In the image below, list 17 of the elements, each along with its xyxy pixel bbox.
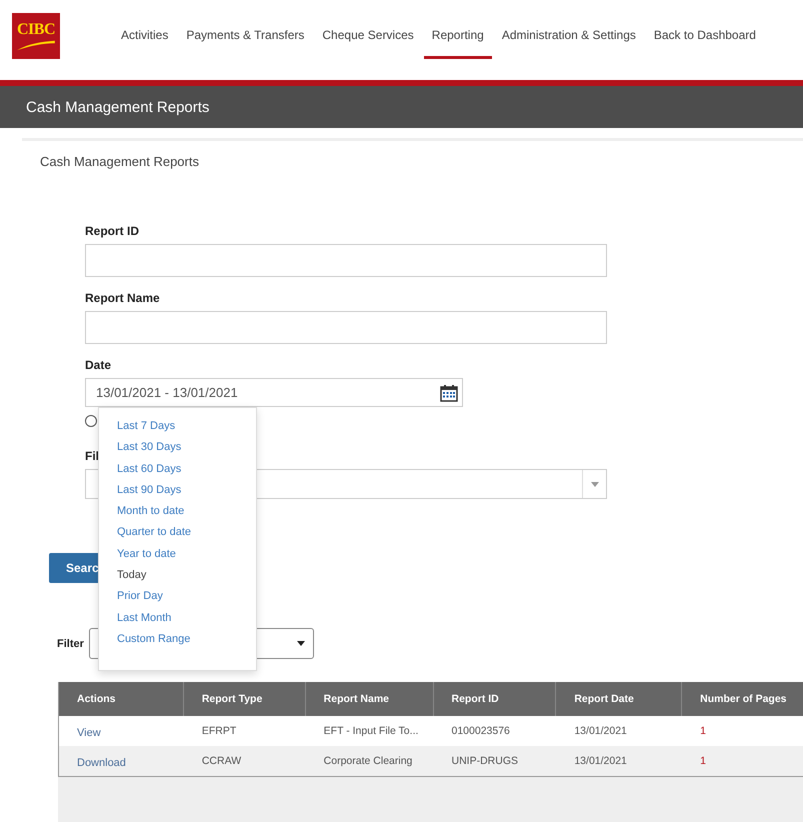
table-cell-text: Corporate Clearing bbox=[322, 754, 414, 769]
table-cell-text: EFT - Input File To... bbox=[322, 724, 420, 739]
field-label: Report ID bbox=[85, 224, 140, 238]
field-label: Date bbox=[85, 358, 112, 372]
section-title: Cash Management Reports bbox=[40, 154, 200, 169]
table-cell-text: CCRAW bbox=[200, 754, 242, 769]
field-label: Fil bbox=[85, 449, 100, 463]
field-label: Report Name bbox=[85, 291, 161, 305]
table-cell-text: 1 bbox=[699, 754, 708, 769]
page-title: Cash Management Reports bbox=[26, 98, 210, 116]
table-cell-text: UNIP-DRUGS bbox=[450, 754, 520, 769]
table-cell-text: 13/01/2021 bbox=[573, 754, 628, 769]
table-cell-text: EFRPT bbox=[200, 724, 238, 739]
table-cell-text: 1 bbox=[699, 724, 708, 739]
table-cell-text: 0100023576 bbox=[450, 724, 511, 739]
filter-label: Filter bbox=[57, 638, 84, 650]
table-cell-text: 13/01/2021 bbox=[573, 724, 628, 739]
